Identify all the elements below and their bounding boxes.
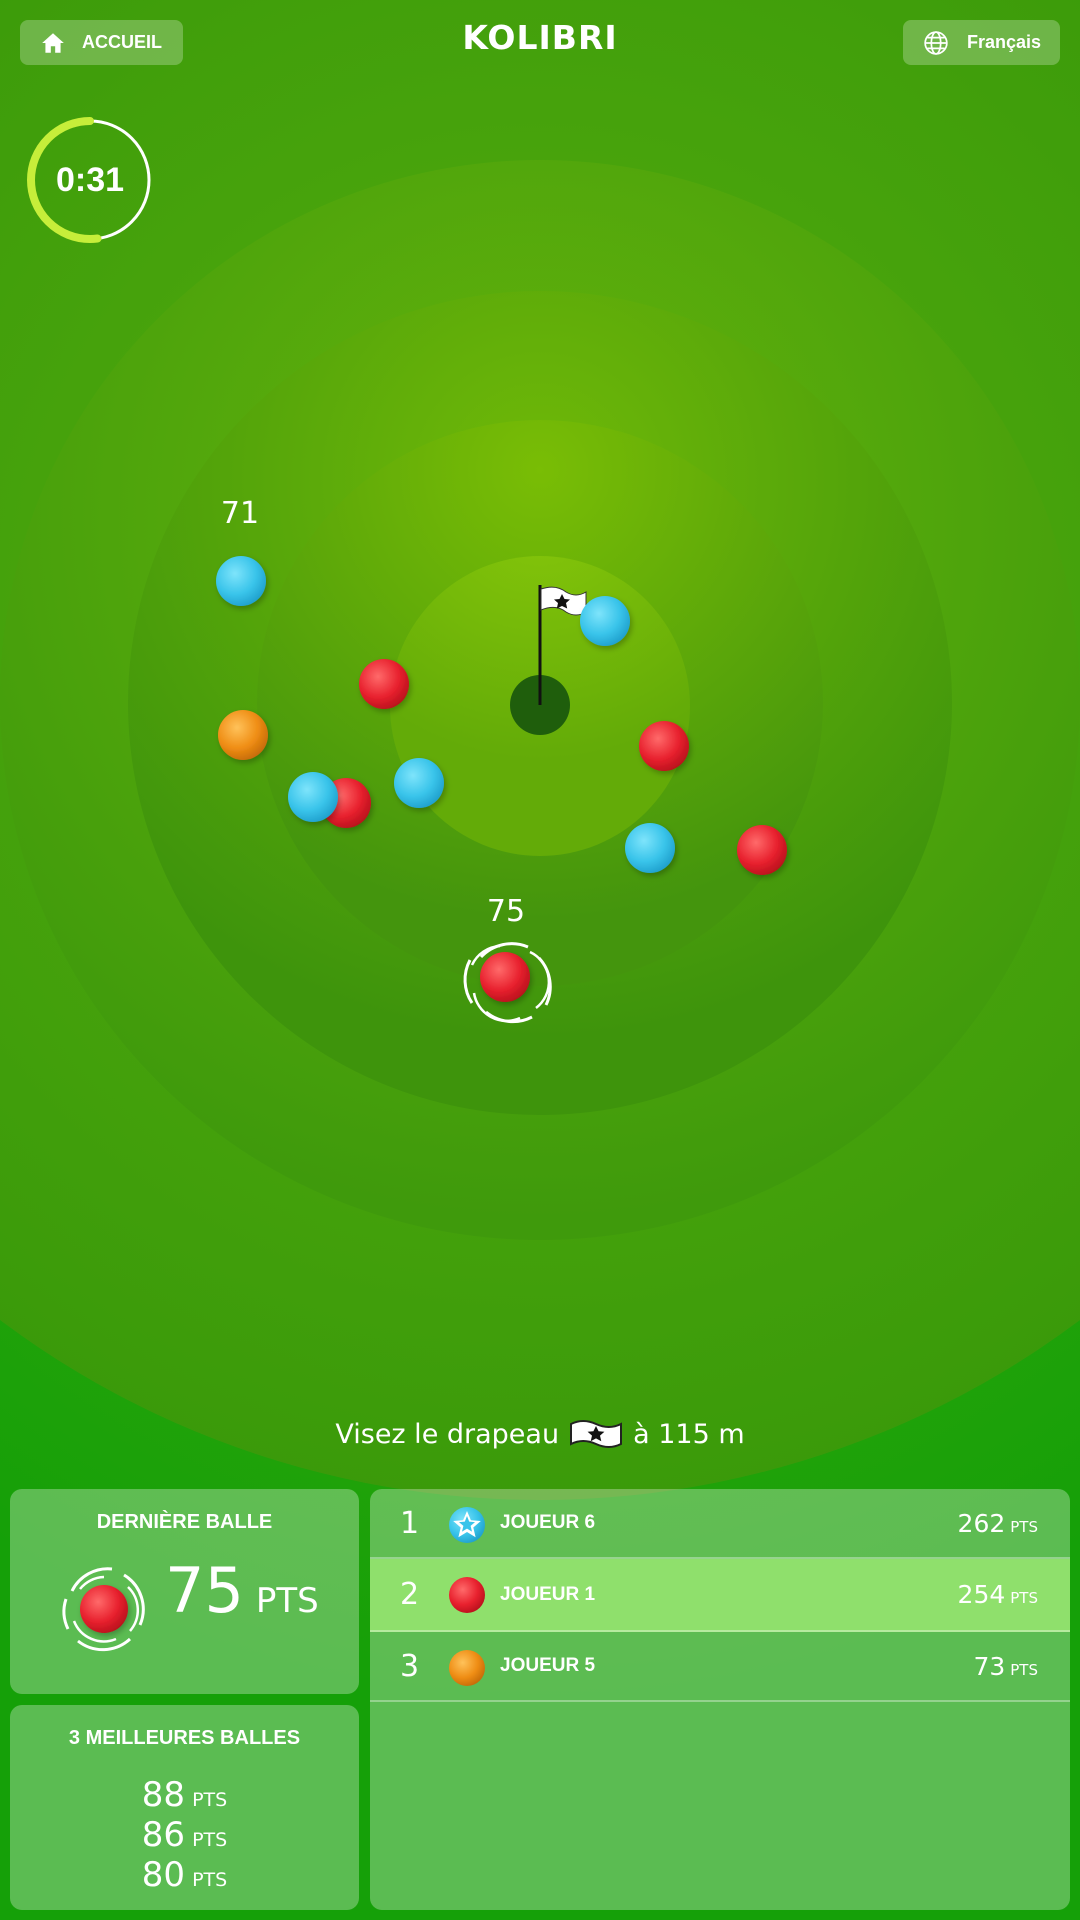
last-ball-unit: PTS: [255, 1581, 319, 1621]
flag-star-icon: [569, 1418, 623, 1450]
orange-ball: [218, 710, 268, 760]
blue-ball: [394, 758, 444, 808]
countdown-timer: 0:31: [26, 116, 154, 244]
globe-icon: [923, 30, 949, 56]
star-badge-icon: [448, 1506, 486, 1544]
player-points: 73: [973, 1651, 1006, 1681]
last-ball-score: 75 PTS: [165, 1554, 319, 1627]
rank-number: 2: [400, 1577, 420, 1612]
ball-score-label: 71: [220, 496, 260, 531]
red-ball: [639, 721, 689, 771]
ranking-row-current-player: 2 JOUEUR 1 254 PTS: [370, 1559, 1070, 1632]
best-balls-panel: 3 MEILLEURES BALLES 88 PTS 86 PTS 80 PTS: [10, 1705, 359, 1910]
distance-text: à 115 m: [633, 1418, 745, 1450]
best-ball-unit: PTS: [192, 1829, 228, 1851]
last-ball-icon: [54, 1559, 154, 1659]
best-ball-points: 80: [141, 1855, 186, 1895]
last-ball-title: DERNIÈRE BALLE: [96, 1511, 273, 1533]
player-points: 254: [957, 1580, 1006, 1609]
red-ball: [737, 825, 787, 875]
ranking-panel: 1 JOUEUR 6 262 PTS 2 JOUEUR 1 254 PTS 3: [370, 1489, 1070, 1910]
red-ball: [359, 659, 409, 709]
best-balls-list: 88 PTS 86 PTS 80 PTS: [10, 1775, 359, 1895]
red-ball-icon: [448, 1576, 486, 1614]
blue-ball: [216, 556, 266, 606]
player-name: JOUEUR 6: [500, 1512, 596, 1533]
player-points-unit: PTS: [1010, 1517, 1038, 1536]
player-points-unit: PTS: [1010, 1589, 1038, 1607]
last-shot-ball: [480, 952, 530, 1002]
language-button[interactable]: Français: [903, 20, 1060, 65]
aim-instruction: Visez le drapeau à 115 m: [0, 1418, 1080, 1450]
best-ball-item: 80 PTS: [10, 1855, 359, 1895]
best-ball-unit: PTS: [192, 1869, 228, 1891]
player-score: 254 PTS: [958, 1580, 1038, 1609]
best-ball-unit: PTS: [192, 1789, 228, 1811]
player-name: JOUEUR 5: [500, 1655, 596, 1676]
timer-text: 0:31: [55, 160, 125, 199]
ranking-row: 1 JOUEUR 6 262 PTS: [370, 1489, 1070, 1559]
best-ball-item: 86 PTS: [10, 1815, 359, 1855]
language-label: Français: [967, 32, 1042, 52]
last-ball-points: 75: [165, 1554, 244, 1627]
aim-instruction-text: Visez le drapeau: [335, 1418, 560, 1450]
rank-number: 3: [400, 1648, 420, 1684]
best-ball-points: 88: [141, 1775, 186, 1815]
rank-number: 1: [400, 1505, 420, 1541]
last-ball-panel: DERNIÈRE BALLE 75 PTS: [10, 1489, 359, 1694]
player-score: 73 PTS: [973, 1652, 1038, 1681]
player-score: 262 PTS: [958, 1509, 1038, 1538]
last-ball-score-label: 75: [486, 894, 526, 929]
orange-ball-icon: [448, 1649, 486, 1687]
blue-ball: [288, 772, 338, 822]
best-ball-item: 88 PTS: [10, 1775, 359, 1815]
blue-ball: [580, 596, 630, 646]
ranking-row: 3 JOUEUR 5 73 PTS: [370, 1632, 1070, 1702]
best-balls-title: 3 MEILLEURES BALLES: [68, 1727, 301, 1749]
blue-ball: [625, 823, 675, 873]
player-name: JOUEUR 1: [500, 1583, 596, 1605]
player-points: 262: [957, 1508, 1006, 1538]
best-ball-points: 86: [141, 1815, 186, 1855]
player-points-unit: PTS: [1010, 1660, 1038, 1679]
